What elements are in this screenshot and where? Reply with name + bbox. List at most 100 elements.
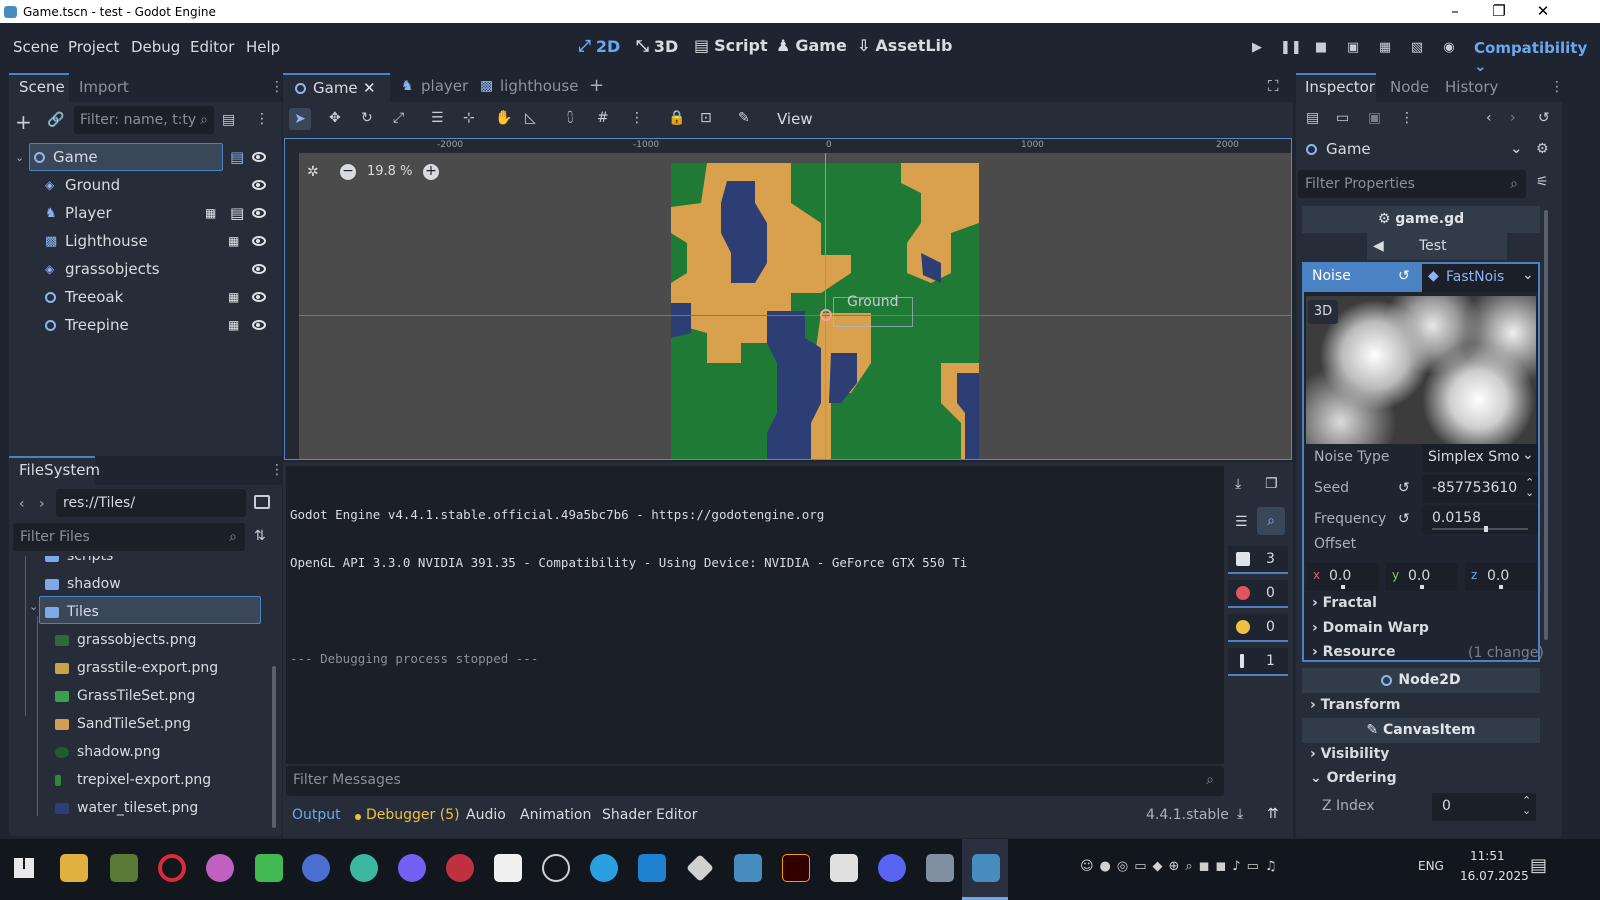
offset-x-field[interactable]: x 0.0	[1307, 563, 1379, 591]
grid-snap-icon[interactable]: #	[597, 110, 609, 126]
play-custom-scene-icon[interactable]: ▧	[1408, 39, 1426, 57]
move-tool-icon[interactable]: ✥	[329, 110, 341, 126]
reset-icon[interactable]: ↺	[1398, 480, 1410, 496]
stop-icon[interactable]: ■	[1312, 39, 1330, 57]
clear-output-icon[interactable]: ⤓	[1235, 476, 1241, 492]
notifications-icon[interactable]: ▤	[1530, 855, 1547, 876]
clock-date[interactable]: 16.07.2025	[1460, 869, 1529, 883]
minimize-button[interactable]: –	[1432, 0, 1478, 23]
vscode-icon[interactable]	[638, 854, 666, 882]
menu-scene[interactable]: Scene	[13, 38, 59, 56]
visibility-eye-icon[interactable]	[252, 320, 266, 330]
viber-icon[interactable]	[398, 854, 426, 882]
tree-node-lighthouse[interactable]: ▩ Lighthouse ▦	[9, 227, 282, 255]
section-ordering[interactable]: ⌄ Ordering	[1310, 770, 1397, 786]
warnings-count-button[interactable]: 0	[1228, 614, 1288, 642]
ruler-tool-icon[interactable]: ◺	[525, 110, 536, 126]
app-icon[interactable]	[926, 854, 954, 882]
minecraft-icon[interactable]	[110, 854, 138, 882]
file-row[interactable]: water_tileset.png	[55, 794, 198, 822]
script-icon[interactable]: ▤	[230, 204, 244, 222]
property-options-icon[interactable]: ⚟	[1536, 174, 1549, 190]
dock-menu-icon[interactable]: ⋮	[270, 79, 284, 95]
editor-messages-count-button[interactable]: 1	[1228, 648, 1288, 676]
file-row[interactable]: grasstile-export.png	[55, 654, 218, 682]
preview-3d-toggle[interactable]: 3D	[1308, 300, 1338, 324]
history-forward-icon[interactable]: ›	[1510, 110, 1516, 126]
visibility-eye-icon[interactable]	[252, 152, 266, 162]
qt-icon[interactable]	[255, 854, 283, 882]
movie-maker-icon[interactable]: ◉	[1440, 39, 1458, 57]
language-indicator[interactable]: ENG	[1418, 859, 1444, 873]
select-tool-icon[interactable]: ➤	[289, 108, 311, 130]
open-scene-icon[interactable]: ▦	[228, 318, 239, 332]
tab-shader-editor[interactable]: Shader Editor	[602, 807, 697, 823]
noise-resource-picker[interactable]: ◆ FastNois ⌄	[1422, 264, 1538, 292]
distraction-free-icon[interactable]: ⛶	[1268, 77, 1279, 95]
play-scene-icon[interactable]: ▦	[1376, 39, 1394, 57]
tab-history[interactable]: History	[1445, 78, 1498, 96]
pan-center-icon[interactable]: ✲	[307, 164, 319, 180]
object-history-icon[interactable]: ↺	[1538, 110, 1550, 126]
tab-output[interactable]: Output	[292, 807, 341, 823]
godot-icon[interactable]	[734, 854, 762, 882]
scene-menu-icon[interactable]: ⋮	[255, 111, 269, 127]
tab-game[interactable]: Game ✕	[283, 73, 390, 102]
group-icon[interactable]: ⊡	[700, 110, 712, 126]
section-visibility[interactable]: › Visibility	[1310, 746, 1389, 762]
selectable-nodes-icon[interactable]: ☰	[431, 110, 444, 126]
section-transform[interactable]: › Transform	[1310, 697, 1401, 713]
tab-player[interactable]: ♞ player	[399, 73, 479, 102]
pan-tool-icon[interactable]: ✋	[495, 110, 512, 126]
tree-node-ground[interactable]: ◈ Ground	[9, 171, 282, 199]
split-view-icon[interactable]	[254, 495, 270, 509]
folder-row[interactable]: shadow	[45, 570, 121, 598]
reset-icon[interactable]: ↺	[1398, 511, 1410, 527]
menu-project[interactable]: Project	[68, 38, 119, 56]
tree-node-grassobjects[interactable]: ◈ grassobjects	[9, 255, 282, 283]
folder-row-tiles[interactable]: Tiles	[45, 598, 99, 626]
tab-node[interactable]: Node	[1390, 78, 1429, 96]
workspace-3d[interactable]: ⤡ 3D	[636, 36, 678, 56]
file-explorer-icon[interactable]	[60, 854, 88, 882]
section-resource[interactable]: › Resource	[1312, 644, 1396, 660]
open-resource-icon[interactable]: ▭	[1336, 110, 1349, 126]
close-window-button[interactable]: ✕	[1520, 0, 1566, 23]
open-scene-icon[interactable]: ▦	[228, 290, 239, 304]
close-tab-icon[interactable]: ✕	[363, 79, 376, 97]
capcut-icon[interactable]	[494, 854, 522, 882]
path-field[interactable]: res://Tiles/	[56, 489, 246, 517]
script-icon[interactable]: ▤	[230, 148, 244, 166]
collapse-icon[interactable]: ☰	[1235, 514, 1248, 530]
media-icon[interactable]	[446, 854, 474, 882]
file-row[interactable]: GrassTileSet.png	[55, 682, 195, 710]
snap-options-icon[interactable]: ⋮	[630, 110, 644, 126]
resource-menu-icon[interactable]: ⋮	[1400, 110, 1414, 126]
opera-icon[interactable]	[158, 854, 186, 882]
dock-menu-icon[interactable]: ⋮	[1550, 79, 1564, 95]
expand-panel-icon[interactable]: ⇈	[1267, 806, 1279, 822]
open-scene-icon[interactable]: ▦	[205, 206, 216, 220]
offset-y-field[interactable]: y 0.0	[1386, 563, 1458, 591]
tab-animation[interactable]: Animation	[520, 807, 591, 823]
illustrator-icon[interactable]	[782, 854, 810, 882]
filter-properties-input[interactable]: Filter Properties ⌕	[1298, 170, 1526, 198]
menu-debug[interactable]: Debug	[131, 38, 180, 56]
section-fractal[interactable]: › Fractal	[1312, 595, 1377, 611]
twitch-icon[interactable]	[830, 854, 858, 882]
file-filter-input[interactable]: Filter Files ⌕	[13, 523, 245, 551]
folder-row[interactable]: scripts	[45, 556, 113, 570]
filter-messages-input[interactable]: Filter Messages ⌕	[286, 766, 1224, 796]
node-properties-icon[interactable]: ⚙	[1536, 141, 1549, 157]
add-node-icon[interactable]: +	[15, 110, 32, 134]
dock-menu-icon[interactable]: ⋮	[270, 462, 284, 478]
section-domain-warp[interactable]: › Domain Warp	[1312, 620, 1429, 636]
tree-node-game[interactable]: ⌄ Game ▤	[9, 143, 282, 171]
view-menu[interactable]: View	[777, 110, 813, 128]
frequency-slider[interactable]: 0.0158	[1422, 506, 1538, 534]
offset-z-field[interactable]: z 0.0	[1465, 563, 1537, 591]
zoom-level[interactable]: 19.8 %	[367, 164, 412, 179]
scene-filter-input[interactable]: Filter: name, t:ty ⌕	[74, 106, 214, 134]
noise-type-select[interactable]: Simplex Smo ⌄	[1422, 444, 1538, 472]
godot-editor-icon[interactable]	[972, 854, 1000, 882]
